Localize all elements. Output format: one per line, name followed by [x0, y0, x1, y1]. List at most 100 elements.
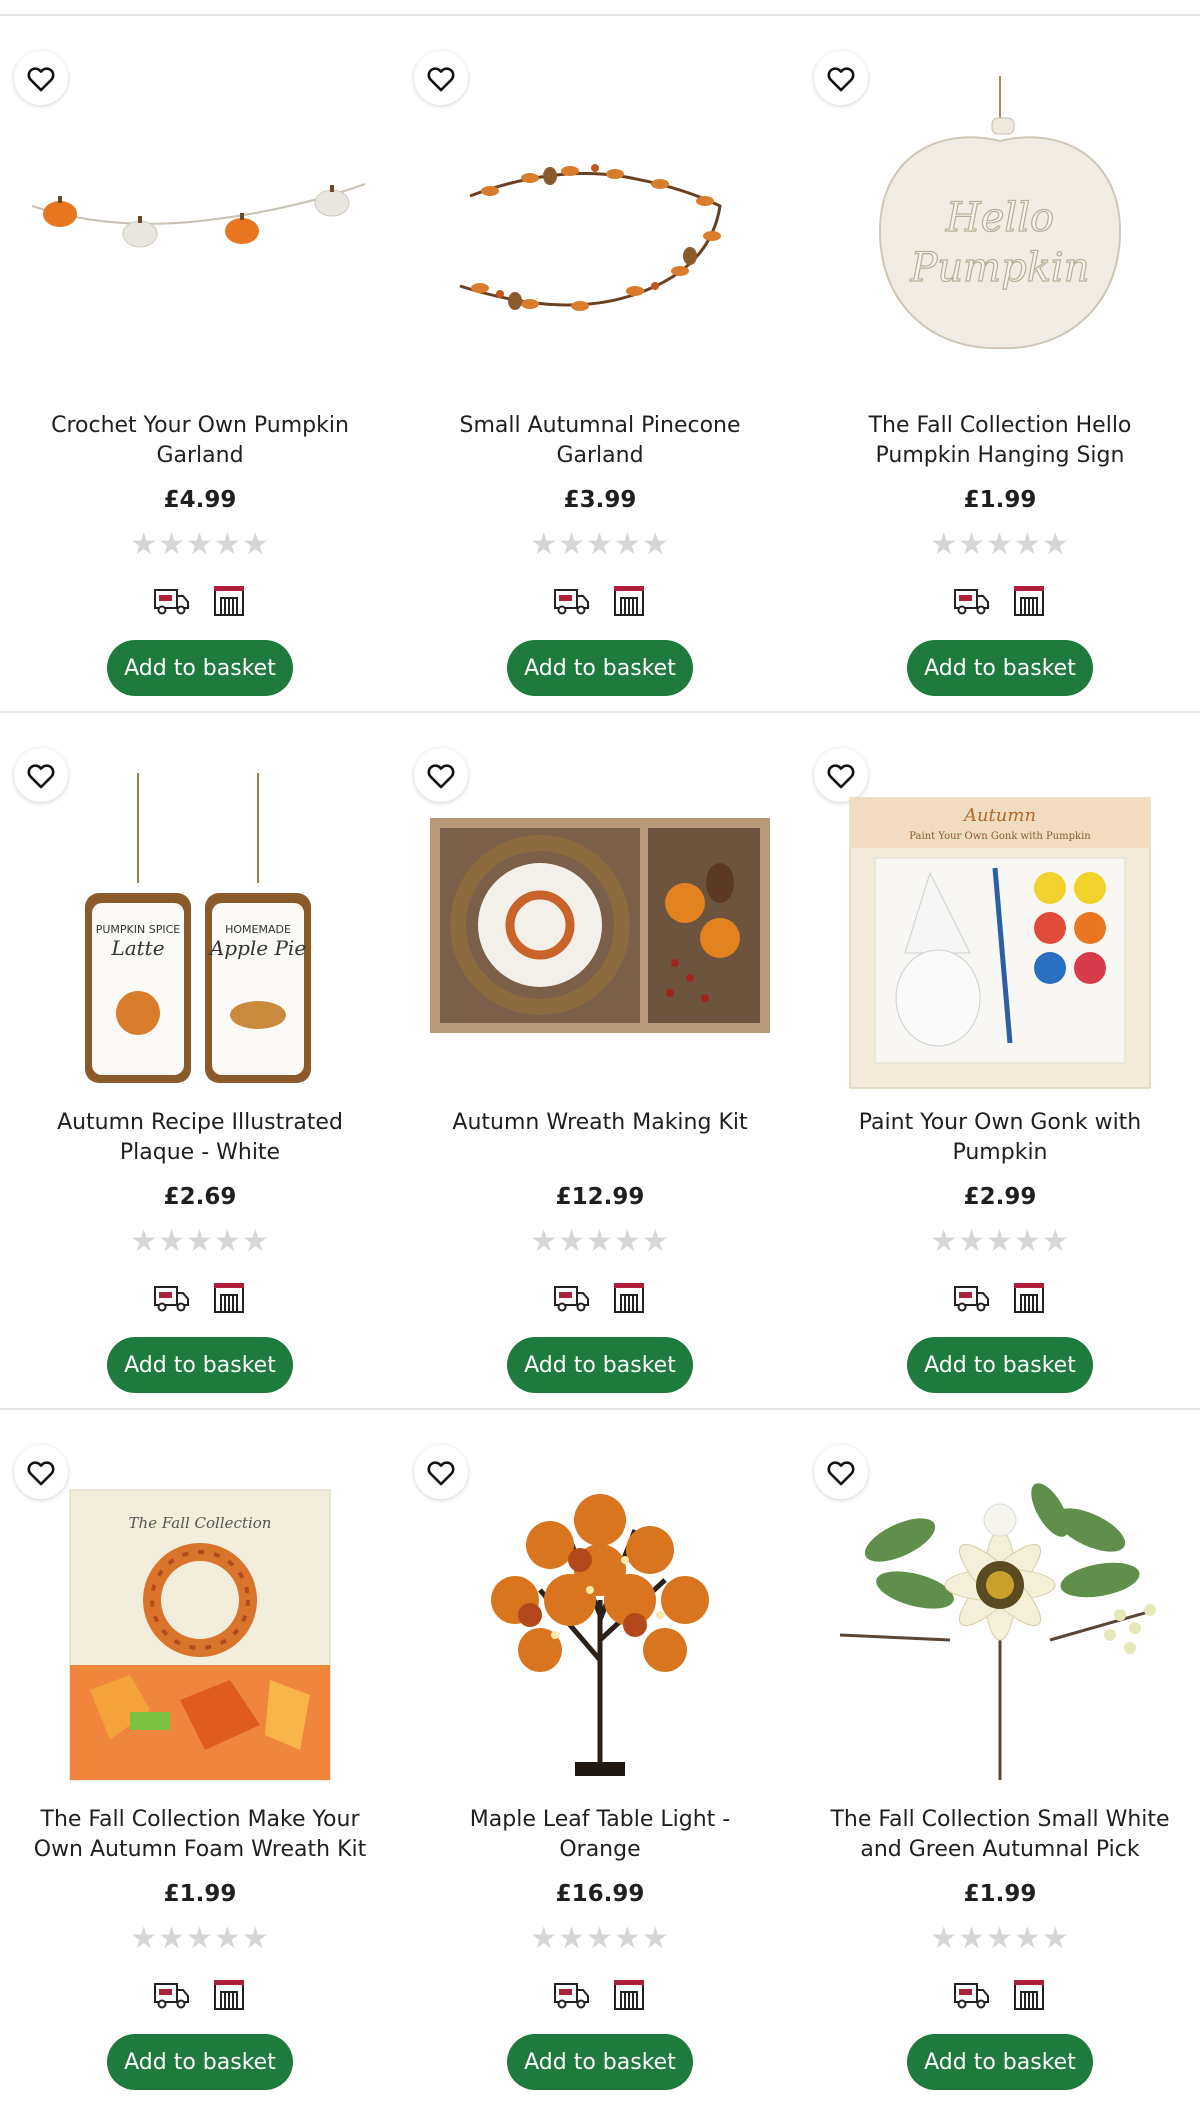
add-to-basket-button[interactable]: Add to basket — [507, 640, 693, 696]
add-to-basket-button[interactable]: Add to basket — [507, 2034, 693, 2090]
product-price: £3.99 — [563, 487, 637, 513]
store-icon — [1010, 1975, 1048, 2013]
product-card[interactable]: Maple Leaf Table Light - Orange £16.99 ★… — [400, 1410, 800, 2107]
store-icon — [610, 1975, 648, 2013]
product-name[interactable]: Crochet Your Own Pumpkin Garland — [28, 411, 372, 475]
store-icon — [610, 581, 648, 619]
fulfilment-icons — [400, 1975, 800, 2013]
rating-stars: ★★★★★ — [530, 1921, 670, 1956]
rating-stars: ★★★★★ — [130, 527, 270, 562]
foam-wreath-kit-image: The Fall Collection — [69, 1489, 331, 1781]
gonk-kit-image: Autumn Paint Your Own Gonk with Pumpkin — [849, 797, 1151, 1089]
delivery-van-icon — [152, 1278, 190, 1316]
svg-text:Paint Your Own Gonk with Pumpk: Paint Your Own Gonk with Pumpkin — [909, 831, 1091, 842]
hello-pumpkin-sign-image: Hello Pumpkin — [878, 76, 1122, 350]
product-price: £2.69 — [163, 1184, 237, 1210]
product-grid: Crochet Your Own Pumpkin Garland £4.99 ★… — [0, 0, 1200, 2090]
maple-light-image — [491, 1494, 709, 1776]
product-name[interactable]: Maple Leaf Table Light - Orange — [428, 1805, 772, 1869]
add-to-basket-button[interactable]: Add to basket — [107, 640, 293, 696]
store-icon — [210, 1975, 248, 2013]
product-price: £16.99 — [555, 1881, 645, 1907]
product-image[interactable] — [420, 56, 780, 396]
delivery-van-icon — [952, 1975, 990, 2013]
store-icon — [210, 1278, 248, 1316]
store-icon — [1010, 1278, 1048, 1316]
fulfilment-icons — [800, 1975, 1200, 2013]
product-card[interactable]: The Fall Collection The Fall Collection … — [0, 1410, 400, 2107]
fulfilment-icons — [400, 581, 800, 619]
product-image[interactable]: PUMPKIN SPICE Latte HOMEMADE Apple Pie — [20, 753, 380, 1093]
svg-text:Autumn: Autumn — [962, 805, 1036, 826]
product-price: £4.99 — [163, 487, 237, 513]
product-image[interactable] — [420, 753, 780, 1093]
product-card[interactable]: Crochet Your Own Pumpkin Garland £4.99 ★… — [0, 16, 400, 713]
product-image[interactable] — [20, 56, 380, 396]
svg-text:Pumpkin: Pumpkin — [909, 245, 1089, 291]
rating-stars: ★★★★★ — [930, 527, 1070, 562]
product-card[interactable]: PUMPKIN SPICE Latte HOMEMADE Apple Pie A… — [0, 713, 400, 1410]
fulfilment-icons — [0, 1278, 400, 1316]
svg-text:The Fall Collection: The Fall Collection — [129, 1514, 272, 1532]
store-icon — [1010, 581, 1048, 619]
product-price: £1.99 — [963, 487, 1037, 513]
svg-text:HOMEMADE: HOMEMADE — [225, 923, 291, 936]
add-to-basket-button[interactable]: Add to basket — [507, 1337, 693, 1393]
rating-stars: ★★★★★ — [130, 1224, 270, 1259]
svg-text:Hello: Hello — [945, 195, 1054, 241]
product-name[interactable]: The Fall Collection Make Your Own Autumn… — [28, 1805, 372, 1869]
fulfilment-icons — [800, 1278, 1200, 1316]
product-card[interactable]: Autumn Paint Your Own Gonk with Pumpkin … — [800, 713, 1200, 1410]
add-to-basket-button[interactable]: Add to basket — [907, 2034, 1093, 2090]
product-image[interactable]: The Fall Collection — [20, 1450, 380, 1790]
rating-stars: ★★★★★ — [930, 1224, 1070, 1259]
delivery-van-icon — [552, 1975, 590, 2013]
fulfilment-icons — [0, 1975, 400, 2013]
wreath-kit-image — [430, 818, 770, 1033]
product-price: £1.99 — [963, 1881, 1037, 1907]
pinecone-garland-image — [459, 164, 722, 311]
add-to-basket-button[interactable]: Add to basket — [107, 2034, 293, 2090]
fulfilment-icons — [400, 1278, 800, 1316]
add-to-basket-button[interactable]: Add to basket — [907, 1337, 1093, 1393]
product-name[interactable]: The Fall Collection Hello Pumpkin Hangin… — [828, 411, 1172, 475]
store-icon — [610, 1278, 648, 1316]
add-to-basket-button[interactable]: Add to basket — [907, 640, 1093, 696]
svg-text:Apple Pie: Apple Pie — [208, 936, 306, 960]
product-image[interactable]: Hello Pumpkin — [820, 56, 1180, 396]
fulfilment-icons — [0, 581, 400, 619]
delivery-van-icon — [952, 581, 990, 619]
product-price: £2.99 — [963, 1184, 1037, 1210]
fulfilment-icons — [800, 581, 1200, 619]
delivery-van-icon — [152, 1975, 190, 2013]
recipe-plaques-image: PUMPKIN SPICE Latte HOMEMADE Apple Pie — [85, 773, 311, 1083]
product-name[interactable]: Autumn Wreath Making Kit — [428, 1108, 772, 1172]
delivery-van-icon — [952, 1278, 990, 1316]
product-price: £1.99 — [163, 1881, 237, 1907]
delivery-van-icon — [552, 581, 590, 619]
product-card[interactable]: Autumn Wreath Making Kit £12.99 ★★★★★ Ad… — [400, 713, 800, 1410]
product-name[interactable]: The Fall Collection Small White and Gree… — [828, 1805, 1172, 1869]
product-image[interactable]: Autumn Paint Your Own Gonk with Pumpkin — [820, 753, 1180, 1093]
store-icon — [210, 581, 248, 619]
pumpkin-garland-image — [31, 183, 366, 248]
delivery-van-icon — [152, 581, 190, 619]
product-image[interactable] — [420, 1450, 780, 1790]
rating-stars: ★★★★★ — [530, 1224, 670, 1259]
delivery-van-icon — [552, 1278, 590, 1316]
product-name[interactable]: Autumn Recipe Illustrated Plaque - White — [28, 1108, 372, 1172]
product-card[interactable]: The Fall Collection Small White and Gree… — [800, 1410, 1200, 2107]
rating-stars: ★★★★★ — [130, 1921, 270, 1956]
product-card[interactable]: Hello Pumpkin The Fall Collection Hello … — [800, 16, 1200, 713]
rating-stars: ★★★★★ — [530, 527, 670, 562]
product-name[interactable]: Paint Your Own Gonk with Pumpkin — [828, 1108, 1172, 1172]
svg-text:PUMPKIN SPICE: PUMPKIN SPICE — [96, 923, 181, 936]
product-price: £12.99 — [555, 1184, 645, 1210]
sunflower-pick-image — [839, 1483, 1156, 1780]
add-to-basket-button[interactable]: Add to basket — [107, 1337, 293, 1393]
svg-text:Latte: Latte — [110, 936, 164, 960]
product-card[interactable]: Small Autumnal Pinecone Garland £3.99 ★★… — [400, 16, 800, 713]
rating-stars: ★★★★★ — [930, 1921, 1070, 1956]
product-image[interactable] — [820, 1450, 1180, 1790]
product-name[interactable]: Small Autumnal Pinecone Garland — [428, 411, 772, 475]
